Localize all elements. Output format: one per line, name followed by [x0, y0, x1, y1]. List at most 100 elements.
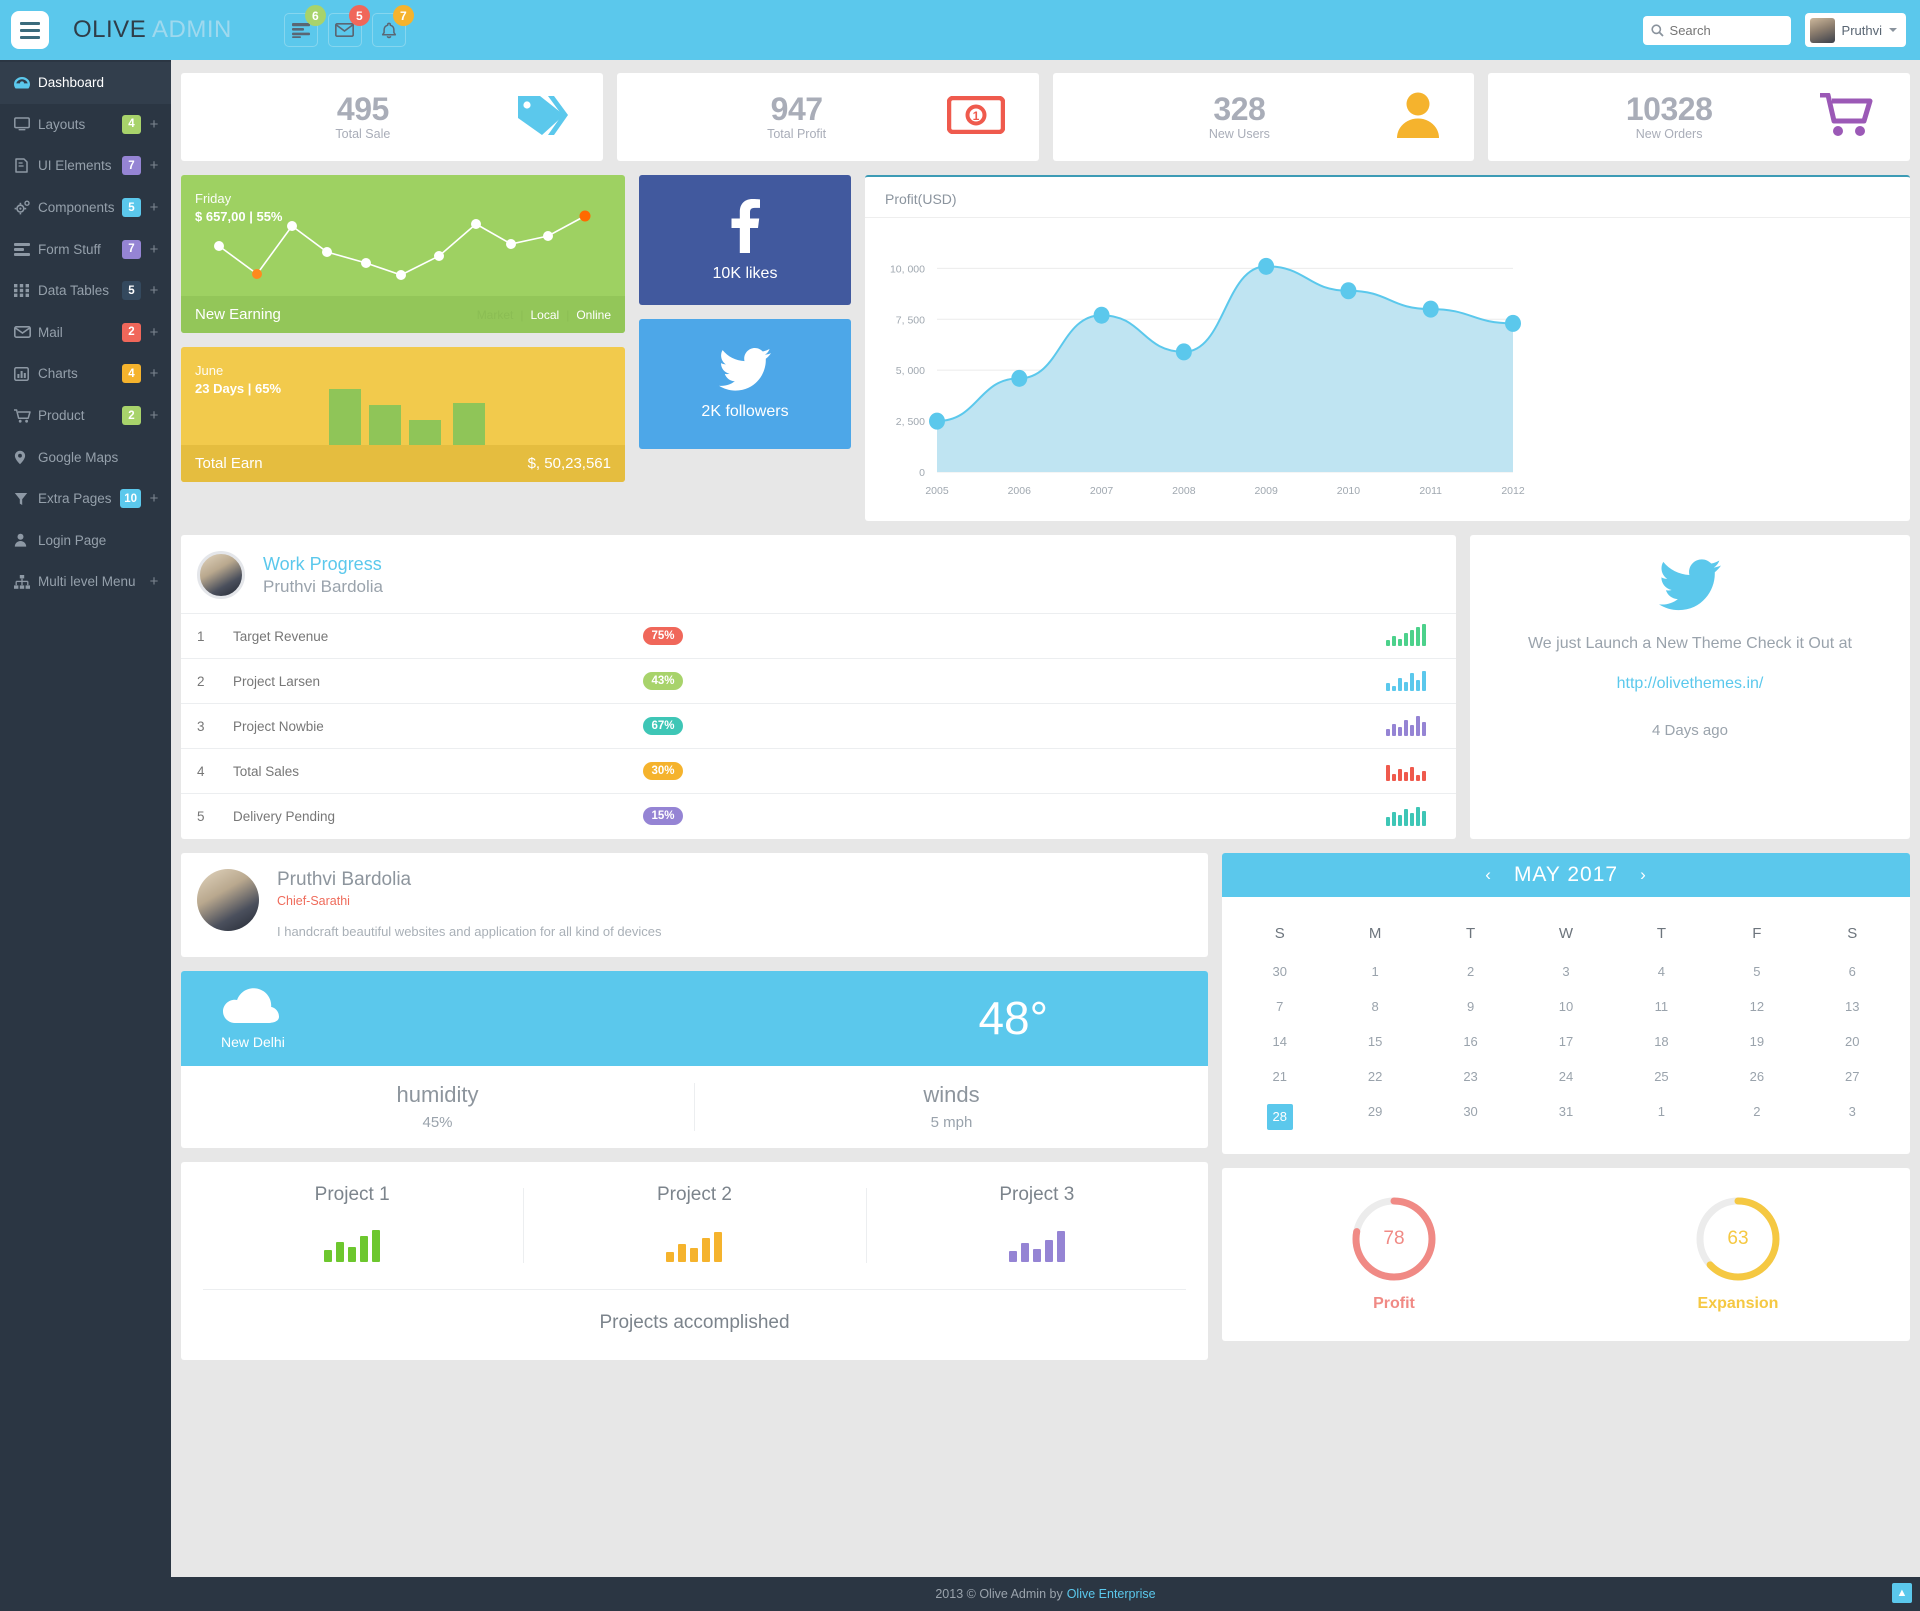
- calendar-day[interactable]: 6: [1805, 954, 1900, 989]
- calendar-day[interactable]: 19: [1709, 1024, 1804, 1059]
- calendar-day[interactable]: 31: [1518, 1094, 1613, 1140]
- calendar-day[interactable]: 8: [1327, 989, 1422, 1024]
- table-row[interactable]: 3 Project Nowbie 67%: [181, 703, 1456, 749]
- profile-name: Pruthvi Bardolia: [277, 868, 412, 890]
- calendar-day[interactable]: 2: [1423, 954, 1518, 989]
- earning-column: Friday $ 657,00 | 55% New Earning Market…: [181, 175, 625, 521]
- calendar-day[interactable]: 26: [1709, 1059, 1804, 1094]
- calendar-day[interactable]: 18: [1614, 1024, 1709, 1059]
- facebook-card[interactable]: 10K likes: [639, 175, 851, 305]
- sidebar-item-login-page[interactable]: Login Page: [0, 520, 171, 562]
- twitter-card[interactable]: 2K followers: [639, 319, 851, 449]
- calendar-day[interactable]: 11: [1614, 989, 1709, 1024]
- row-index: 5: [181, 793, 233, 839]
- sidebar-item-product[interactable]: Product 2 +: [0, 395, 171, 437]
- total-earn-bar-chart: [329, 389, 485, 445]
- table-row[interactable]: 1 Target Revenue 75%: [181, 613, 1456, 659]
- link-online[interactable]: Online: [576, 308, 611, 322]
- calendar-title: MAY 2017: [1513, 862, 1619, 886]
- progress-badge: 15%: [643, 807, 683, 826]
- sidebar-item-multi-level-menu[interactable]: Multi level Menu +: [0, 561, 171, 603]
- sparkline-chart: [1386, 623, 1426, 646]
- expand-icon[interactable]: +: [149, 325, 159, 340]
- table-row[interactable]: 5 Delivery Pending 15%: [181, 793, 1456, 839]
- calendar-day[interactable]: 28: [1232, 1094, 1327, 1140]
- third-row: Work Progress Pruthvi Bardolia 1 Target R…: [181, 535, 1910, 839]
- expand-icon[interactable]: +: [149, 283, 159, 298]
- expand-icon[interactable]: +: [149, 242, 159, 257]
- sidebar-item-dashboard[interactable]: Dashboard: [0, 62, 171, 104]
- bell-icon[interactable]: 7: [371, 5, 414, 47]
- twitter-icon: [719, 347, 771, 391]
- calendar-dow: M: [1368, 924, 1382, 942]
- sidebar-item-layouts[interactable]: Layouts 4 +: [0, 104, 171, 146]
- scroll-to-top-button[interactable]: ▲: [1892, 1583, 1912, 1603]
- calendar-day[interactable]: 7: [1232, 989, 1327, 1024]
- calendar-day[interactable]: 20: [1805, 1024, 1900, 1059]
- total-earn-value: $, 50,23,561: [527, 455, 611, 472]
- expand-icon[interactable]: +: [149, 408, 159, 423]
- sidebar-item-form-stuff[interactable]: Form Stuff 7 +: [0, 228, 171, 270]
- sidebar-item-data-tables[interactable]: Data Tables 5 +: [0, 270, 171, 312]
- donut-value: 63: [1727, 1228, 1749, 1249]
- sidebar-item-extra-pages[interactable]: Extra Pages 10 +: [0, 478, 171, 520]
- calendar-day[interactable]: 16: [1423, 1024, 1518, 1059]
- sidebar-badge: 7: [122, 239, 141, 259]
- svg-text:2008: 2008: [1172, 485, 1196, 497]
- calendar-prev-button[interactable]: ‹: [1485, 865, 1492, 885]
- user-menu[interactable]: Pruthvi: [1804, 13, 1906, 47]
- sidebar-item-charts[interactable]: Charts 4 +: [0, 353, 171, 395]
- calendar-day[interactable]: 30: [1232, 954, 1327, 989]
- search-input[interactable]: [1669, 22, 1778, 38]
- table-row[interactable]: 4 Total Sales 30%: [181, 748, 1456, 794]
- expand-icon[interactable]: +: [149, 158, 159, 173]
- search-box[interactable]: [1642, 15, 1791, 45]
- calendar-day[interactable]: 23: [1423, 1059, 1518, 1094]
- calendar-day[interactable]: 5: [1709, 954, 1804, 989]
- footer-link[interactable]: Olive Enterprise: [1067, 1587, 1156, 1601]
- menu-toggle-button[interactable]: [11, 11, 49, 49]
- expand-icon[interactable]: +: [149, 366, 159, 381]
- mail-icon[interactable]: 5: [327, 5, 370, 47]
- sidebar-item-components[interactable]: Components 5 +: [0, 187, 171, 229]
- calendar-day[interactable]: 17: [1518, 1024, 1613, 1059]
- calendar-day[interactable]: 2: [1709, 1094, 1804, 1140]
- link-market[interactable]: Market: [477, 308, 514, 322]
- calendar-day[interactable]: 14: [1232, 1024, 1327, 1059]
- project-cell: Project 1: [181, 1184, 523, 1267]
- link-local[interactable]: Local: [531, 308, 560, 322]
- calendar-day[interactable]: 27: [1805, 1059, 1900, 1094]
- row-name: Delivery Pending: [233, 793, 533, 839]
- sidebar-item-ui-elements[interactable]: UI Elements 7 +: [0, 145, 171, 187]
- calendar-day[interactable]: 13: [1805, 989, 1900, 1024]
- calendar-day[interactable]: 29: [1327, 1094, 1422, 1140]
- sidebar-item-google-maps[interactable]: Google Maps: [0, 436, 171, 478]
- calendar-day[interactable]: 30: [1423, 1094, 1518, 1140]
- table-row[interactable]: 2 Project Larsen 43%: [181, 658, 1456, 704]
- calendar-day[interactable]: 1: [1614, 1094, 1709, 1140]
- calendar-day[interactable]: 3: [1518, 954, 1613, 989]
- calendar-day[interactable]: 24: [1518, 1059, 1613, 1094]
- brand-logo[interactable]: OLIVE ADMIN: [73, 16, 232, 44]
- tweet-link[interactable]: http://olivethemes.in/: [1500, 672, 1880, 696]
- expand-icon[interactable]: +: [149, 574, 159, 589]
- avatar: [1809, 17, 1835, 43]
- calendar-day[interactable]: 10: [1518, 989, 1613, 1024]
- calendar-day[interactable]: 4: [1614, 954, 1709, 989]
- sidebar-item-mail[interactable]: Mail 2 +: [0, 312, 171, 354]
- expand-icon[interactable]: +: [149, 491, 159, 506]
- calendar-day[interactable]: 21: [1232, 1059, 1327, 1094]
- calendar-day[interactable]: 9: [1423, 989, 1518, 1024]
- list-icon[interactable]: 6: [283, 5, 326, 47]
- calendar-day[interactable]: 22: [1327, 1059, 1422, 1094]
- calendar-next-button[interactable]: ›: [1640, 865, 1647, 885]
- sparkline-chart: [1386, 804, 1426, 826]
- calendar-day[interactable]: 15: [1327, 1024, 1422, 1059]
- row-name: Total Sales: [233, 748, 533, 794]
- calendar-day[interactable]: 25: [1614, 1059, 1709, 1094]
- calendar-day[interactable]: 1: [1327, 954, 1422, 989]
- calendar-day[interactable]: 3: [1805, 1094, 1900, 1140]
- expand-icon[interactable]: +: [149, 200, 159, 215]
- expand-icon[interactable]: +: [149, 117, 159, 132]
- calendar-day[interactable]: 12: [1709, 989, 1804, 1024]
